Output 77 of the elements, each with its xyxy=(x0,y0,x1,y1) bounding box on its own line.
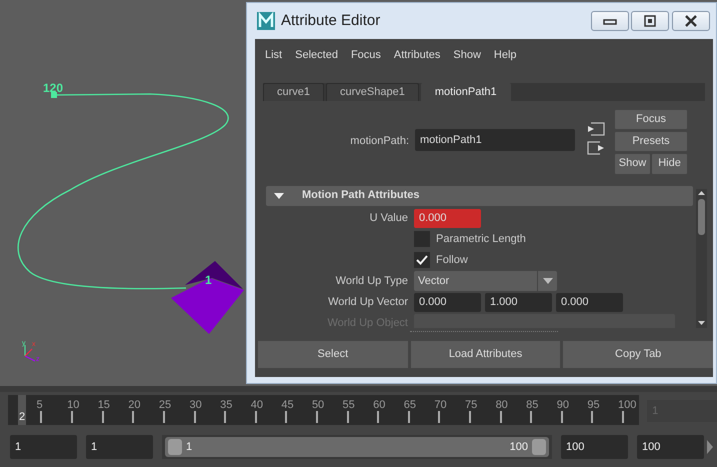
tick-label: 45 xyxy=(281,398,294,413)
tick-label: 100 xyxy=(618,398,636,413)
menu-item[interactable]: Selected xyxy=(295,47,338,64)
value-field[interactable]: 0.000 xyxy=(414,292,481,312)
playback-start-field[interactable]: 1 xyxy=(86,435,153,459)
dropdown-value: Vector xyxy=(417,274,450,289)
tick-label: 35 xyxy=(220,398,232,413)
current-frame-marker: 2 xyxy=(18,395,26,425)
tick-label: 5 xyxy=(36,398,43,413)
minimize-icon xyxy=(602,17,616,25)
dropdown[interactable]: Vector xyxy=(414,271,557,291)
range-slider[interactable]: 1 100 xyxy=(165,437,549,457)
tab[interactable]: curveShape1 xyxy=(326,82,419,100)
maximize-icon xyxy=(644,15,656,27)
playback-end-field[interactable]: 100 xyxy=(561,435,628,459)
tick-label: 90 xyxy=(556,398,570,413)
range-end-label: 100 xyxy=(510,440,528,455)
time-ruler[interactable]: 2 5 10 15 20 25 30 35 40 45 50 55 60 65 70 75 80 85 90 95 100 xyxy=(8,395,640,425)
checkbox[interactable] xyxy=(414,252,430,268)
menu-item[interactable]: Show xyxy=(453,47,481,64)
attribute-label: U Value xyxy=(368,210,409,226)
field-label: motionPath: xyxy=(349,134,410,148)
tab[interactable]: curve1 xyxy=(263,82,324,100)
input-connection-icon[interactable] xyxy=(587,122,605,136)
tick-label: 30 xyxy=(190,398,202,413)
menu-item[interactable]: Attributes xyxy=(394,47,440,64)
section-header[interactable]: Motion Path Attributes xyxy=(266,186,693,206)
tick-label: 85 xyxy=(526,398,538,413)
app-logo-icon xyxy=(257,12,275,30)
tab[interactable]: motionPath1 xyxy=(420,82,511,100)
frame-label: 120 xyxy=(43,81,64,95)
tick-label: 20 xyxy=(128,398,141,413)
menu-item[interactable]: List xyxy=(265,47,282,64)
focus-button[interactable]: Focus xyxy=(615,110,687,128)
value-field[interactable]: 0.000 xyxy=(556,292,623,312)
tick-label: 95 xyxy=(587,398,600,413)
hide-button[interactable]: Hide xyxy=(652,154,687,174)
copy-tab-button[interactable]: Copy Tab xyxy=(563,340,714,368)
section-title: Motion Path Attributes xyxy=(302,188,420,204)
menu-item[interactable]: Help xyxy=(494,47,517,64)
node-name-field[interactable]: motionPath1 xyxy=(415,128,575,150)
select-button[interactable]: Select xyxy=(258,340,408,368)
menu-item[interactable]: Focus xyxy=(350,47,381,64)
value-field[interactable]: 1.000 xyxy=(485,292,552,312)
arrow-icon[interactable] xyxy=(707,440,713,454)
tick-label: 55 xyxy=(342,398,355,413)
attribute-label: World Up Type xyxy=(334,274,409,289)
tick-label: 40 xyxy=(250,398,263,413)
maximize-button[interactable] xyxy=(631,11,670,31)
close-icon xyxy=(684,15,698,27)
checkbox-label: Follow xyxy=(436,252,468,268)
tick-label: 65 xyxy=(404,398,416,413)
output-connection-icon[interactable] xyxy=(587,141,605,155)
end-field[interactable]: 100 xyxy=(637,435,704,459)
tick-label: 75 xyxy=(464,398,478,413)
presets-button[interactable]: Presets xyxy=(615,132,687,150)
tick-label: 70 xyxy=(434,398,447,413)
load-attributes-button[interactable]: Load Attributes xyxy=(410,340,560,368)
tick-label: 15 xyxy=(98,398,110,413)
minimize-button[interactable] xyxy=(590,11,628,31)
window-title: Attribute Editor xyxy=(281,10,380,31)
attribute-label: World Up Vector xyxy=(327,294,409,310)
tick-label: 10 xyxy=(67,398,80,413)
show-button[interactable]: Show xyxy=(615,154,650,174)
tick-label: 80 xyxy=(496,398,508,413)
range-start-label: 1 xyxy=(186,440,194,455)
close-button[interactable] xyxy=(672,11,710,31)
start-field[interactable]: 1 xyxy=(10,435,77,459)
value-field[interactable]: 0.000 xyxy=(414,208,481,228)
checkbox-label: Parametric Length xyxy=(436,232,526,247)
tick-label: 50 xyxy=(312,398,324,413)
curve-point-icon xyxy=(51,92,57,98)
frame-label: 1 xyxy=(205,273,212,287)
checkbox[interactable] xyxy=(414,231,430,247)
scrollbar[interactable] xyxy=(696,188,707,328)
tick-label: 25 xyxy=(158,398,172,413)
tick-label: 60 xyxy=(373,398,386,413)
